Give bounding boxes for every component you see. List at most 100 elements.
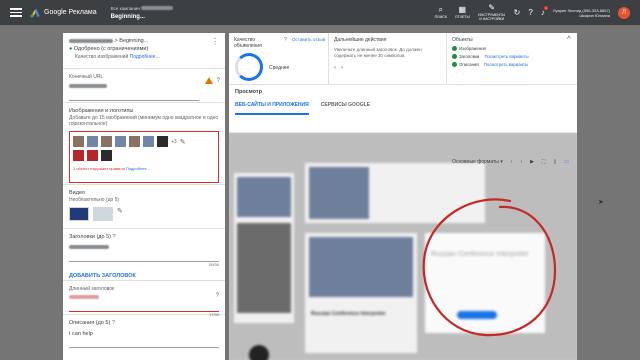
- tools-settings[interactable]: ✎ ИНСТРУМЕНТЫ И НАСТРОЙКИ: [478, 3, 506, 22]
- next-actions-title: Дальнейшие действия: [334, 37, 387, 43]
- preview-controls: Основные форматы ▾ ‹ › ▶ ⛶ ▯ ▭: [452, 159, 569, 165]
- image-thumbnails-row-2: [73, 150, 215, 161]
- notification-badge: 1: [544, 6, 548, 10]
- notifications-button[interactable]: ♪ 1: [541, 6, 548, 17]
- add-headline-button[interactable]: ДОБАВИТЬ ЗАГОЛОВОК: [69, 273, 219, 279]
- tab-google-services[interactable]: СЕРВИСЫ GOOGLE: [321, 102, 370, 115]
- chevron-right-icon[interactable]: ›: [341, 65, 343, 71]
- images-error-link[interactable]: Подробнее...: [126, 166, 150, 171]
- object-row-headlines: Заголовки Посмотреть варианты: [452, 54, 572, 59]
- campaign-name: Beginning...: [110, 13, 145, 20]
- chevron-left-icon[interactable]: ‹: [334, 65, 336, 71]
- ad-status-section: > Beginning... ● Одобрено (с ограничения…: [63, 33, 225, 69]
- blurred-long-headline[interactable]: [69, 295, 99, 300]
- help-circle-icon[interactable]: ?: [217, 78, 220, 84]
- reports-tool[interactable]: ▦ ОТЧЕТЫ: [454, 6, 470, 20]
- object-label: Описания: [459, 62, 479, 67]
- video-add-placeholder[interactable]: [93, 207, 113, 221]
- final-url-section: Конечный URL ?: [63, 69, 225, 103]
- objects-title: Объекты: [452, 37, 473, 43]
- blurred-ad-name: [69, 38, 113, 43]
- descriptions-section: Описания (до 5) ? I can help: [63, 315, 225, 355]
- wrench-icon: ✎: [488, 3, 496, 12]
- logo-thumbnail[interactable]: [87, 150, 98, 161]
- search-icon: ⌕: [438, 5, 443, 14]
- avatar[interactable]: Л: [618, 6, 630, 19]
- search-tool-label: ПОИСК: [434, 15, 447, 19]
- view-options-link[interactable]: Посмотреть варианты: [484, 62, 528, 67]
- help-circle-icon[interactable]: ?: [216, 293, 219, 299]
- headline-field[interactable]: [69, 254, 219, 262]
- edit-pencil-icon[interactable]: ✎: [117, 207, 123, 221]
- reports-tool-label: ОТЧЕТЫ: [454, 15, 470, 19]
- video-description: Необязательно (до 5): [69, 197, 120, 203]
- image-thumbnail[interactable]: [87, 136, 98, 147]
- desktop-view-icon[interactable]: ▭: [564, 159, 569, 165]
- object-label: Заголовки: [459, 54, 480, 59]
- video-section: Видео Необязательно (до 5) ✎: [63, 185, 225, 229]
- help-circle-icon[interactable]: ?: [284, 37, 287, 43]
- format-select[interactable]: Основные форматы ▾: [452, 159, 503, 165]
- images-title: Изображения и логотипы: [69, 108, 134, 114]
- image-thumbnail[interactable]: [157, 136, 168, 147]
- image-thumbnail[interactable]: [101, 136, 112, 147]
- blurred-headline[interactable]: [69, 245, 109, 250]
- logo-thumbnail[interactable]: [101, 150, 112, 161]
- description-value[interactable]: I can help: [69, 331, 219, 337]
- google-ads-logo[interactable]: Google Реклама: [30, 8, 97, 18]
- chevron-left-icon[interactable]: ‹: [511, 159, 513, 165]
- fullscreen-icon[interactable]: ⛶: [542, 159, 546, 165]
- object-row-images: Изображения: [452, 46, 572, 51]
- ad-editor-panel: > Beginning... ● Одобрено (с ограничения…: [63, 33, 225, 360]
- image-thumbnail[interactable]: [129, 136, 140, 147]
- account-user: Шкарин Юлиана: [579, 12, 610, 18]
- description-field[interactable]: [69, 340, 219, 348]
- final-url-label: Конечный URL: [69, 74, 104, 80]
- breadcrumb-all-campaigns[interactable]: Все кампании: [111, 6, 140, 11]
- preview-play-icon: [249, 345, 269, 360]
- feedback-link[interactable]: Оставить отзыв: [292, 37, 326, 42]
- ad-strength-bar: Качество объявления ? Оставить отзыв Сре…: [229, 33, 577, 85]
- menu-icon[interactable]: [10, 8, 22, 17]
- images-description: Добавьте до 15 изображений (минимум одно…: [69, 115, 219, 127]
- chevron-right-icon[interactable]: ›: [520, 159, 522, 165]
- quality-value: Среднее: [269, 65, 290, 71]
- video-thumbnail[interactable]: [69, 207, 89, 221]
- help-circle-icon[interactable]: ?: [113, 234, 116, 240]
- chevron-up-icon[interactable]: ˄: [567, 35, 571, 42]
- final-url-field[interactable]: [69, 93, 199, 101]
- mobile-view-icon[interactable]: ▯: [554, 159, 557, 165]
- preview-tabs: ВЕБ-САЙТЫ И ПРИЛОЖЕНИЯ СЕРВИСЫ GOOGLE: [235, 102, 571, 115]
- toolbar: ⌕ ПОИСК ▦ ОТЧЕТЫ ✎ ИНСТРУМЕНТЫ И НАСТРОЙКИ …: [435, 0, 630, 25]
- ad-name-suffix: > Beginning...: [114, 38, 149, 44]
- campaign-breadcrumb[interactable]: Все кампании Beginning...: [111, 5, 173, 21]
- more-options-icon[interactable]: ⋮: [211, 37, 219, 46]
- headline-counter: 20/30: [208, 262, 219, 267]
- preview-title: Просмотр: [235, 89, 262, 95]
- blurred-final-url[interactable]: [69, 84, 107, 89]
- refresh-icon[interactable]: ↻: [514, 8, 521, 17]
- image-thumbnail[interactable]: [73, 136, 84, 147]
- search-tool[interactable]: ⌕ ПОИСК: [434, 5, 447, 20]
- account-info[interactable]: Луарин Леонид (596-333-8867) Шкарин Юлиа…: [553, 8, 610, 18]
- status-detail: Качество изображений: [75, 54, 129, 60]
- preview-photo: [309, 237, 413, 297]
- logo-thumbnail[interactable]: [73, 150, 84, 161]
- long-headline-field[interactable]: [69, 304, 219, 312]
- tab-websites-apps[interactable]: ВЕБ-САЙТЫ И ПРИЛОЖЕНИЯ: [235, 102, 309, 115]
- view-options-link[interactable]: Посмотреть варианты: [484, 54, 528, 59]
- check-circle-icon: [452, 54, 457, 59]
- preview-banner: [237, 223, 291, 313]
- account-id: Луарин Леонид (596-333-8867): [552, 7, 610, 13]
- carousel-nav: ‹ ›: [334, 65, 441, 71]
- red-circle-annotation: [422, 198, 557, 337]
- status-more-link[interactable]: Подробнее...: [130, 54, 160, 60]
- images-more-count: +3: [171, 138, 177, 145]
- image-thumbnail[interactable]: [115, 136, 126, 147]
- image-thumbnail[interactable]: [143, 136, 154, 147]
- main-area: > Beginning... ● Одобрено (с ограничения…: [0, 25, 640, 360]
- play-icon[interactable]: ▶: [530, 159, 534, 165]
- help-circle-icon[interactable]: ?: [112, 320, 115, 326]
- edit-pencil-icon[interactable]: ✎: [180, 138, 186, 146]
- help-icon[interactable]: ?: [528, 8, 532, 17]
